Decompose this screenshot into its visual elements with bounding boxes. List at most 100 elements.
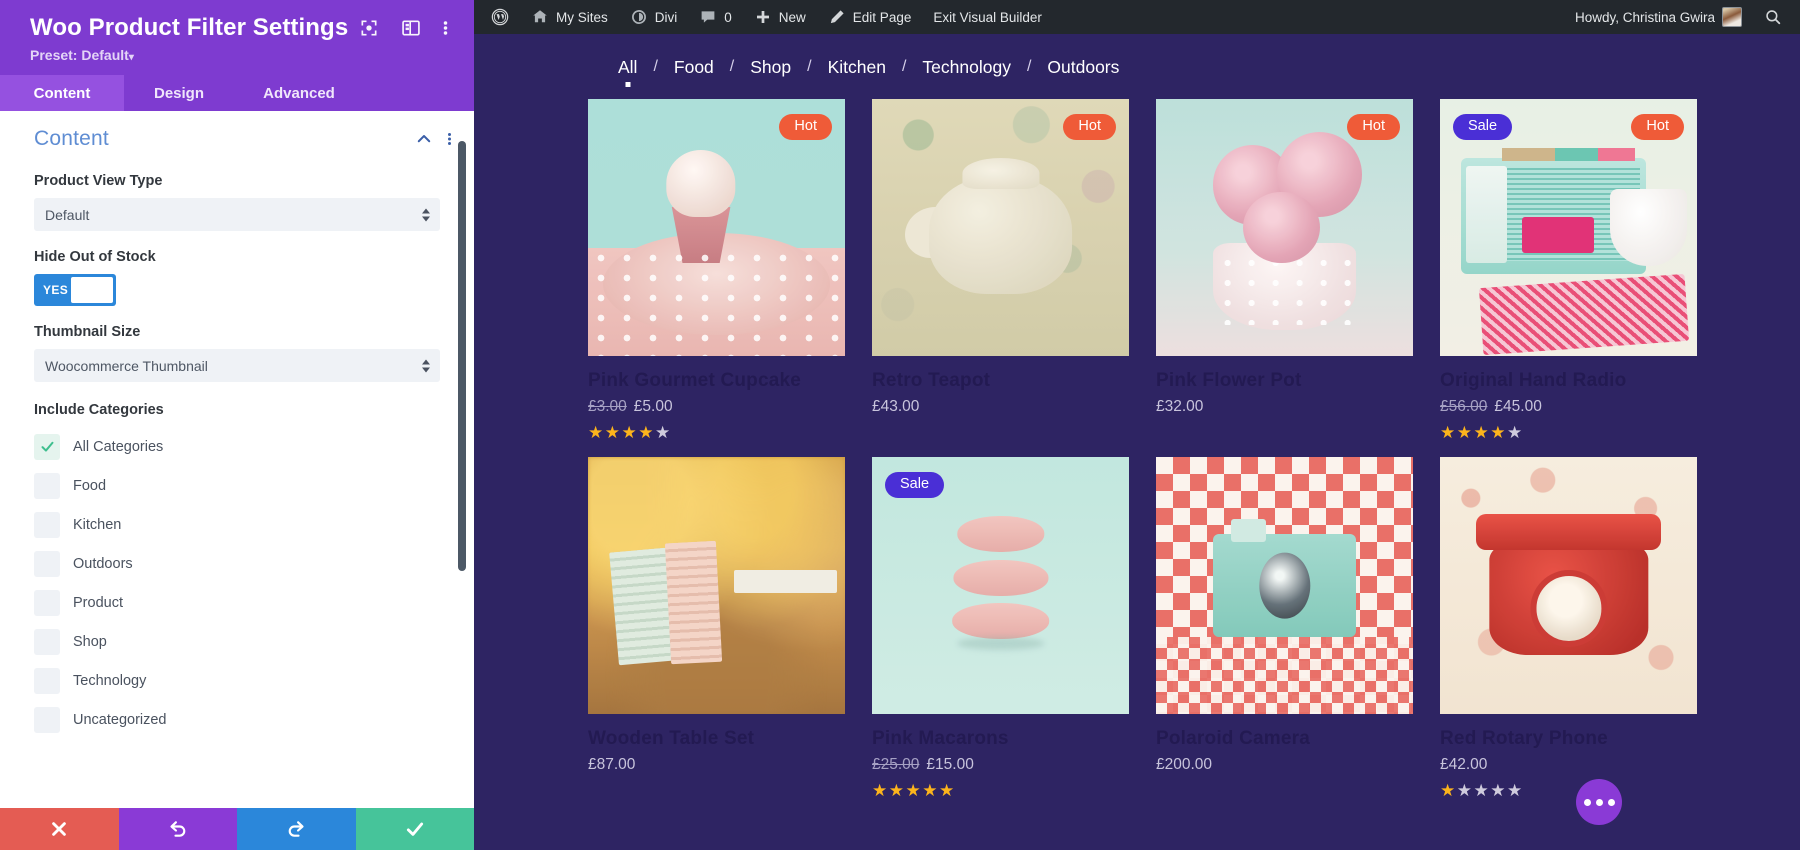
filter-tab-outdoors[interactable]: Outdoors	[1047, 57, 1119, 78]
product-image[interactable]: Sale Hot	[1440, 99, 1697, 356]
product-card[interactable]: Red Rotary Phone £42.00 ★★★★★	[1440, 457, 1697, 799]
avatar	[1722, 7, 1742, 27]
product-title[interactable]: Pink Gourmet Cupcake	[588, 370, 845, 392]
checkbox-unchecked[interactable]	[34, 472, 60, 499]
edit-page-menu[interactable]: Edit Page	[817, 0, 923, 34]
divi-menu[interactable]: Divi	[619, 0, 689, 34]
cancel-button[interactable]	[0, 808, 119, 850]
filter-tab-food[interactable]: Food	[674, 57, 714, 78]
comments-menu[interactable]: 0	[688, 0, 743, 34]
product-rating: ★★★★★	[1440, 424, 1697, 441]
tab-content[interactable]: Content	[0, 75, 124, 111]
category-checkbox-product[interactable]: Product	[34, 583, 440, 622]
undo-button[interactable]	[118, 808, 237, 850]
category-checkbox-kitchen[interactable]: Kitchen	[34, 505, 440, 544]
save-button[interactable]	[355, 808, 474, 850]
product-view-type-label: Product View Type	[34, 173, 163, 189]
product-image[interactable]: Hot	[872, 99, 1129, 356]
hide-out-of-stock-toggle[interactable]: YES	[34, 274, 116, 306]
product-card[interactable]: Sale Hot Original Hand Radio £56.00 £45.00 ★★…	[1440, 99, 1697, 441]
product-card[interactable]: Hot Pink Gourmet Cupcake £3.00 £5.00 ★★★★★	[588, 99, 845, 441]
category-checkbox-list: All Categories Food Kitchen Outdoors Product…	[34, 427, 440, 739]
product-image[interactable]: Hot	[588, 99, 845, 356]
product-card[interactable]: Hot Pink Flower Pot £32.00	[1156, 99, 1413, 441]
preset-selector[interactable]: Preset: Default▾	[30, 47, 450, 63]
more-options-fab[interactable]	[1576, 779, 1622, 825]
include-categories-label: Include Categories	[34, 402, 164, 418]
product-title[interactable]: Retro Teapot	[872, 370, 1129, 392]
focus-target-icon[interactable]	[359, 18, 379, 38]
checkbox-unchecked[interactable]	[34, 667, 60, 694]
product-title[interactable]: Wooden Table Set	[588, 728, 845, 750]
product-image[interactable]	[588, 457, 845, 714]
divi-icon	[631, 10, 646, 24]
select-arrows-icon	[422, 208, 430, 221]
filter-tab-shop[interactable]: Shop	[750, 57, 791, 78]
product-card[interactable]: Polaroid Camera £200.00	[1156, 457, 1413, 799]
filter-tab-all[interactable]: All	[618, 57, 637, 78]
tab-advanced[interactable]: Advanced	[234, 75, 364, 111]
product-title[interactable]: Pink Flower Pot	[1156, 370, 1413, 392]
product-image[interactable]: Hot	[1156, 99, 1413, 356]
badge-hot[interactable]: Hot	[1347, 114, 1400, 140]
filter-tab-kitchen[interactable]: Kitchen	[828, 57, 886, 78]
product-title[interactable]: Pink Macarons	[872, 728, 1129, 750]
price-original: £56.00	[1440, 398, 1488, 415]
thumbnail-size-select[interactable]: Woocommerce Thumbnail	[34, 349, 440, 382]
badge-hot[interactable]: Hot	[1063, 114, 1116, 140]
new-menu[interactable]: New	[743, 0, 817, 34]
settings-panel-scrollbar[interactable]	[458, 141, 466, 571]
more-vertical-icon[interactable]	[443, 18, 448, 38]
product-view-type-select[interactable]: Default	[34, 198, 440, 231]
product-image[interactable]	[1156, 457, 1413, 714]
layout-columns-icon[interactable]	[401, 18, 421, 38]
product-title[interactable]: Red Rotary Phone	[1440, 728, 1697, 750]
product-image[interactable]	[1440, 457, 1697, 714]
checkbox-unchecked[interactable]	[34, 589, 60, 616]
checkbox-unchecked[interactable]	[34, 550, 60, 577]
settings-panel-body: Content Product View Type Default Hide O…	[0, 111, 474, 808]
category-checkbox-outdoors[interactable]: Outdoors	[34, 544, 440, 583]
star-icon: ★	[588, 423, 605, 442]
product-title[interactable]: Polaroid Camera	[1156, 728, 1413, 750]
tab-design[interactable]: Design	[124, 75, 234, 111]
chevron-up-icon[interactable]	[415, 130, 433, 148]
badge-hot[interactable]: Hot	[1631, 114, 1684, 140]
category-checkbox-shop[interactable]: Shop	[34, 622, 440, 661]
star-icon: ★	[621, 423, 639, 442]
checkbox-unchecked[interactable]	[34, 706, 60, 733]
exit-visual-builder-menu[interactable]: Exit Visual Builder	[922, 0, 1053, 34]
badge-hot[interactable]: Hot	[779, 114, 832, 140]
category-label: Kitchen	[73, 516, 122, 533]
checkbox-unchecked[interactable]	[34, 628, 60, 655]
filter-tab-technology[interactable]: Technology	[922, 57, 1011, 78]
checkbox-checked[interactable]	[34, 433, 60, 460]
redo-button[interactable]	[237, 808, 356, 850]
wordpress-logo-menu[interactable]	[480, 0, 520, 34]
comment-icon	[701, 11, 715, 23]
my-sites-menu[interactable]: My Sites	[520, 0, 619, 34]
badge-sale[interactable]: Sale	[885, 472, 945, 498]
product-card[interactable]: Wooden Table Set £87.00	[588, 457, 845, 799]
price-original: £3.00	[588, 398, 627, 415]
product-image[interactable]: Sale	[872, 457, 1129, 714]
category-checkbox-food[interactable]: Food	[34, 466, 440, 505]
product-price: £87.00	[588, 756, 845, 774]
filter-separator: /	[807, 58, 812, 75]
checkbox-unchecked[interactable]	[34, 511, 60, 538]
admin-search-button[interactable]	[1753, 0, 1800, 34]
badge-sale[interactable]: Sale	[1453, 114, 1513, 140]
product-card[interactable]: Sale Pink Macarons £25.00 £15.00 ★★★★★	[872, 457, 1129, 799]
star-icon: ★	[638, 423, 655, 442]
plus-icon	[756, 11, 769, 23]
product-title[interactable]: Original Hand Radio	[1440, 370, 1697, 392]
category-checkbox-technology[interactable]: Technology	[34, 661, 440, 700]
section-more-vertical-icon[interactable]	[447, 130, 452, 148]
category-checkbox-uncategorized[interactable]: Uncategorized	[34, 700, 440, 739]
filter-separator: /	[1026, 58, 1032, 75]
product-card[interactable]: Hot Retro Teapot £43.00	[872, 99, 1129, 441]
category-checkbox-all-categories[interactable]: All Categories	[34, 427, 440, 466]
chevron-down-icon: ▾	[128, 52, 134, 63]
howdy-user-menu[interactable]: Howdy, Christina Gwira	[1564, 0, 1753, 34]
ellipsis-dot	[1607, 798, 1615, 806]
